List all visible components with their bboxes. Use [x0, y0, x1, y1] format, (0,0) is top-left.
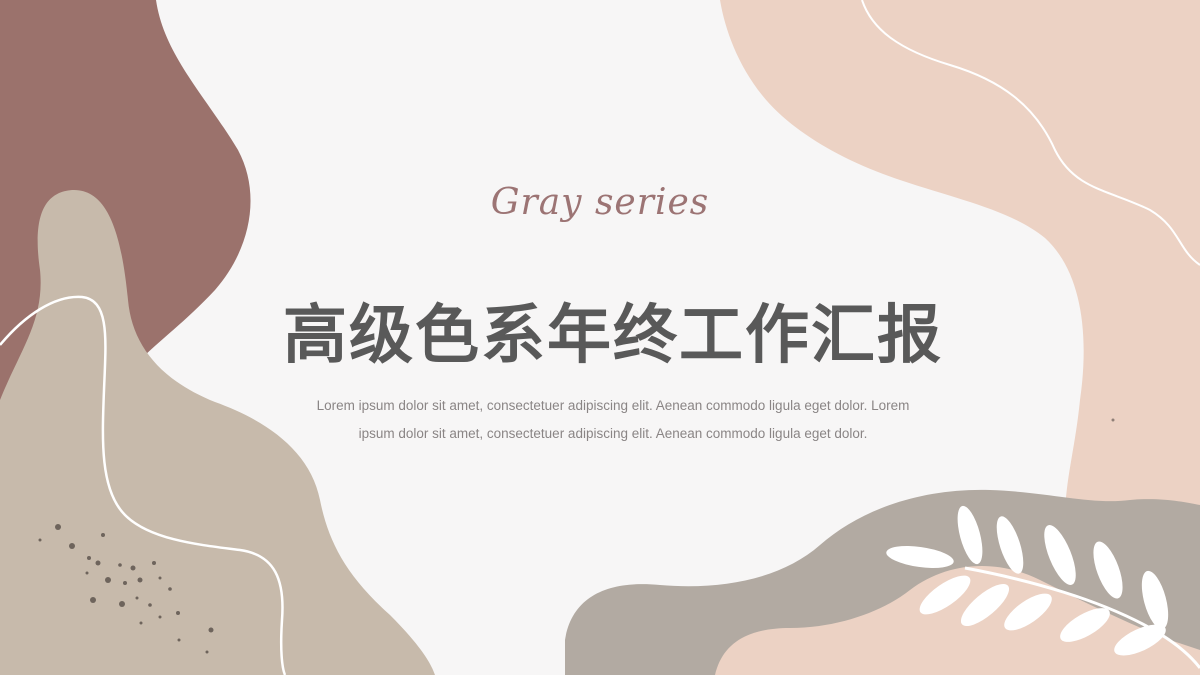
- description-text: Lorem ipsum dolor sit amet, consectetuer…: [316, 398, 910, 441]
- slide-content: Gray series 高级色系年终工作汇报 Lorem ipsum dolor…: [0, 0, 1200, 675]
- script-subtitle: Gray series: [490, 182, 710, 223]
- page-title: 高级色系年终工作汇报: [283, 299, 943, 373]
